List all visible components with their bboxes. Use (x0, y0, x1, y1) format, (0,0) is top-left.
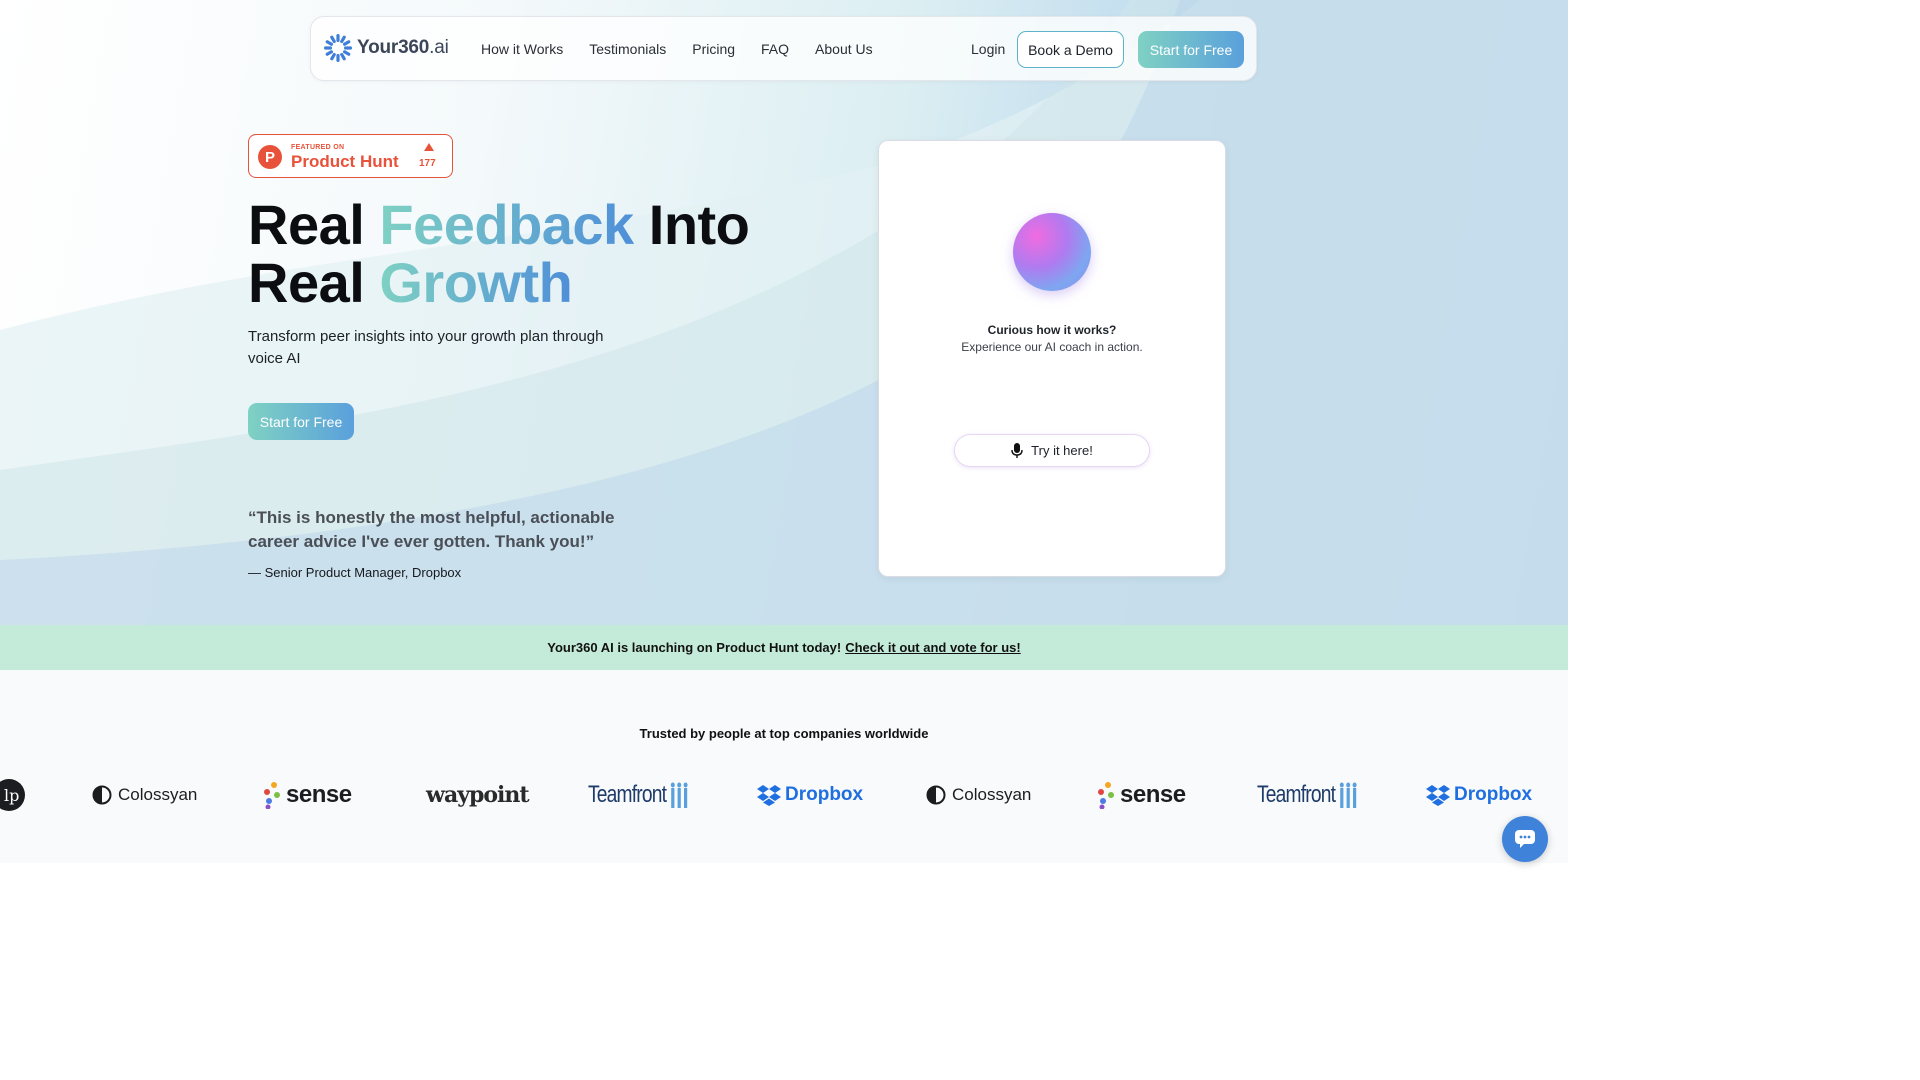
hero-headline: Real Feedback Into Real Growth (248, 193, 750, 314)
banner-vote-link[interactable]: Check it out and vote for us! (845, 640, 1021, 655)
nav-start-free-button[interactable]: Start for Free (1138, 31, 1244, 68)
logo-waypoint: waypoint (426, 782, 530, 808)
upvote-arrow-icon (424, 143, 434, 151)
nav-link-faq[interactable]: FAQ (761, 41, 789, 57)
ph-name: Product Hunt (291, 152, 399, 171)
voice-orb (1013, 213, 1091, 291)
logo-sense: sense (262, 778, 352, 812)
colossyan-mark-icon (926, 785, 946, 805)
logo-dropbox-2: Dropbox (1426, 778, 1532, 812)
logo-dropbox: Dropbox (757, 778, 863, 812)
try-it-button[interactable]: Try it here! (954, 434, 1150, 467)
testimonial-author: — Senior Product Manager, Dropbox (248, 565, 462, 580)
book-demo-button[interactable]: Book a Demo (1017, 31, 1124, 68)
dropbox-icon (1426, 785, 1450, 806)
hero-background-waves (0, 0, 1568, 625)
teamfront-figures-icon (670, 782, 688, 808)
nav-link-pricing[interactable]: Pricing (692, 41, 735, 57)
chat-bubble-icon (1515, 830, 1535, 848)
hero-start-free-button[interactable]: Start for Free (248, 403, 354, 440)
chat-widget-button[interactable] (1502, 816, 1548, 862)
try-it-label: Try it here! (1031, 443, 1093, 458)
ai-coach-demo-card: Curious how it works? Experience our AI … (878, 140, 1226, 577)
product-hunt-icon: P (258, 145, 282, 169)
sense-dots-icon (264, 782, 280, 809)
logo-colossyan-2: Colossyan (926, 778, 1031, 812)
logo-teamfront: Teamfront (588, 778, 689, 812)
logo-teamfront-2: Teamfront (1257, 778, 1358, 812)
nav-link-about-us[interactable]: About Us (815, 41, 873, 57)
hero-section: Your360.ai How it Works Testimonials Pri… (0, 0, 1568, 625)
brand-name: Your360.ai (357, 37, 449, 58)
teamfront-figures-icon (1339, 782, 1357, 808)
hero-subtitle: Transform peer insights into your growth… (248, 328, 604, 367)
partial-circle-logo-icon: lp (0, 779, 25, 811)
logo-colossyan: Colossyan (92, 778, 197, 812)
dropbox-icon (757, 785, 781, 806)
login-link[interactable]: Login (971, 41, 1005, 57)
launch-banner: Your360 AI is launching on Product Hunt … (0, 625, 1568, 670)
demo-card-subtitle: Experience our AI coach in action. (961, 340, 1143, 354)
nav-links: How it Works Testimonials Pricing FAQ Ab… (481, 41, 873, 57)
brand-logo[interactable]: Your360.ai (323, 33, 449, 63)
partial-logo: lp (0, 778, 28, 812)
svg-text:lp: lp (4, 786, 19, 805)
ph-upvote-count: 177 (419, 158, 436, 169)
ph-featured-label: FEATURED ON (291, 144, 345, 151)
demo-card-title: Curious how it works? (987, 323, 1117, 337)
top-navbar: Your360.ai How it Works Testimonials Pri… (310, 16, 1257, 81)
logo-sense-2: sense (1096, 778, 1186, 812)
banner-text: Your360 AI is launching on Product Hunt … (547, 640, 842, 655)
nav-link-how-it-works[interactable]: How it Works (481, 41, 563, 57)
product-hunt-badge[interactable]: P FEATURED ON Product Hunt 177 (248, 134, 453, 178)
trusted-title: Trusted by people at top companies world… (639, 726, 929, 741)
sunburst-logo-icon (324, 34, 352, 62)
colossyan-mark-icon (92, 785, 112, 805)
trusted-logos-section: Trusted by people at top companies world… (0, 670, 1568, 863)
microphone-icon (1011, 442, 1023, 458)
nav-link-testimonials[interactable]: Testimonials (589, 41, 666, 57)
testimonial-quote: “This is honestly the most helpful, acti… (248, 508, 615, 551)
sense-dots-icon (1098, 782, 1114, 809)
